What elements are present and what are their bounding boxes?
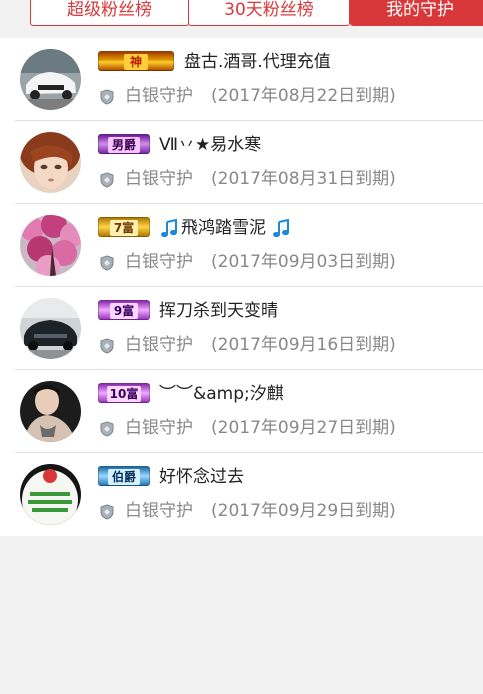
level-badge: 10富 [98,383,150,403]
level-badge: 7富 [98,217,150,237]
level-badge: 伯爵 [98,466,150,486]
guard-list-item[interactable]: 男爵 Ⅶ丷★易水寒 白银守护 (2017年08月31日到期) [0,121,483,204]
silver-shield-icon [100,504,114,520]
silver-shield-icon [100,421,114,437]
guard-level-label: 白银守护 [125,418,193,438]
silver-shield-icon [100,338,114,354]
expiry-date: (2017年08月31日到期) [211,169,396,189]
man-portrait-avatar-image [20,381,81,442]
avatar[interactable] [20,49,81,110]
guard-list-item[interactable]: 神 盘古.酒哥.代理充值 白银守护 (2017年08月22日到期) [0,38,483,121]
guard-username: 飛鸿踏雪泥 [181,218,266,238]
avatar[interactable] [20,132,81,193]
guard-list-item[interactable]: 10富 ︶︶&amp;汐麒 白银守护 (2017年09月27日到期) [0,370,483,453]
avatar[interactable] [20,381,81,442]
guard-username: ︶︶&amp;汐麒 [159,384,284,404]
guard-username: 盘古.酒哥.代理充值 [184,52,331,72]
silver-shield-icon [100,172,114,188]
doll-face-avatar-image [20,132,81,193]
tab-30-day-fans[interactable]: 30天粉丝榜 [188,0,350,26]
expiry-date: (2017年09月03日到期) [211,252,396,272]
tab-super-fans[interactable]: 超级粉丝榜 [30,0,189,26]
guard-list: 神 盘古.酒哥.代理充值 白银守护 (2017年08月22日到期) 男爵 Ⅶ丷★… [0,38,483,536]
guard-username: 好怀念过去 [159,467,244,487]
blossom-tree-avatar-image [20,215,81,276]
avatar[interactable] [20,215,81,276]
guard-username: 挥刀杀到天变晴 [159,301,278,321]
silver-shield-icon [100,89,114,105]
music-note-icon [161,219,177,238]
guard-list-item[interactable]: 伯爵 好怀念过去 白银守护 (2017年09月29日到期) [0,453,483,536]
guard-level-label: 白银守护 [125,169,193,189]
silver-shield-icon [100,255,114,271]
guard-level-label: 白银守护 [125,501,193,521]
guard-username: Ⅶ丷★易水寒 [159,135,262,155]
expiry-date: (2017年09月27日到期) [211,418,396,438]
guard-list-item[interactable]: 9富 挥刀杀到天变晴 白银守护 (2017年09月16日到期) [0,287,483,370]
music-note-icon [273,219,289,238]
expiry-date: (2017年09月16日到期) [211,335,396,355]
tab-my-guards[interactable]: 我的守护 [350,0,483,26]
guard-level-label: 白银守护 [125,86,193,106]
dark-car-avatar-image [20,298,81,359]
level-badge: 神 [98,51,174,71]
level-badge: 男爵 [98,134,150,154]
guard-level-label: 白银守护 [125,335,193,355]
shirt-text-avatar-image [20,464,81,525]
avatar[interactable] [20,298,81,359]
fan-rank-tabbar: 超级粉丝榜 30天粉丝榜 我的守护 [0,0,483,38]
expiry-date: (2017年08月22日到期) [211,86,396,106]
level-badge: 9富 [98,300,150,320]
guard-list-item[interactable]: 7富 飛鸿踏雪泥 白银守护 (2017年09月03日到期) [0,204,483,287]
guard-level-label: 白银守护 [125,252,193,272]
expiry-date: (2017年09月29日到期) [211,501,396,521]
white-car-avatar-image [20,49,81,110]
avatar[interactable] [20,464,81,525]
